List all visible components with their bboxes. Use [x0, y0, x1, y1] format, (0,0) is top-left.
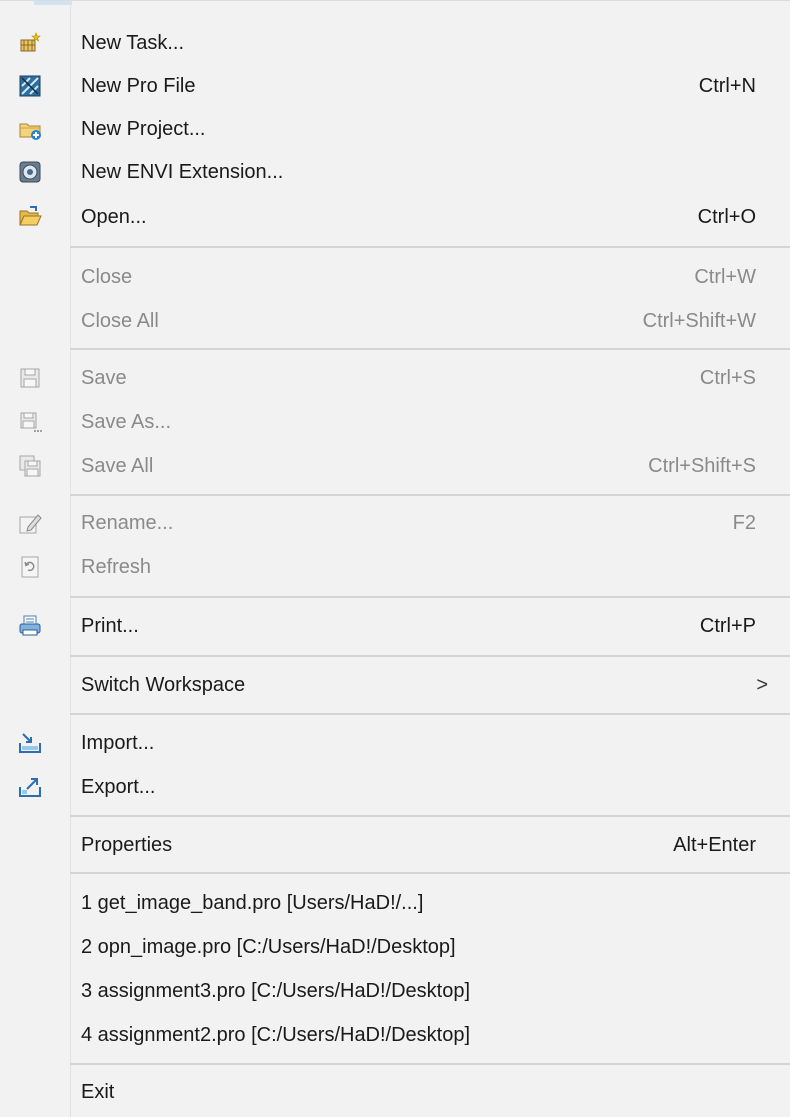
menu-item-label: Import... [81, 731, 155, 754]
menu-separator [70, 713, 790, 715]
recent-file-item[interactable]: 4 assignment2.pro [C:/Users/HaD!/Desktop… [0, 1012, 790, 1058]
recent-file-item[interactable]: 1 get_image_band.pro [Users/HaD!/...] [0, 880, 790, 926]
menu-item-print[interactable]: Print... Ctrl+P [0, 603, 790, 649]
save-all-icon [19, 455, 41, 477]
recent-file-label: 4 assignment2.pro [C:/Users/HaD!/Desktop… [81, 1023, 471, 1046]
menu-item-open[interactable]: Open... Ctrl+O [0, 194, 790, 240]
menu-item-new-envi-extension[interactable]: New ENVI Extension... [0, 149, 790, 195]
submenu-arrow-icon: > [756, 673, 768, 696]
menu-item-new-pro-file[interactable]: New Pro File Ctrl+N [0, 63, 790, 109]
open-folder-icon [19, 206, 42, 226]
refresh-icon [21, 556, 39, 578]
menu-item-exit[interactable]: Exit [0, 1069, 790, 1115]
menu-item-rename[interactable]: Rename... F2 [0, 500, 790, 546]
menu-item-refresh[interactable]: Refresh [0, 544, 790, 590]
shortcut-label: Ctrl+S [699, 366, 756, 389]
menu-separator [70, 348, 790, 350]
menu-separator [70, 1063, 790, 1065]
menu-item-new-task[interactable]: New Task... [0, 20, 790, 66]
menu-item-save-as[interactable]: Save As... [0, 399, 790, 445]
menu-item-switch-workspace[interactable]: Switch Workspace > [0, 662, 790, 708]
menu-item-label: Open... [81, 205, 147, 228]
menu-item-label: New Pro File [81, 74, 196, 97]
menu-separator [70, 872, 790, 874]
menu-item-label: Close [81, 265, 133, 288]
shortcut-label: Ctrl+W [694, 265, 756, 288]
menu-item-label: Close All [81, 309, 159, 332]
import-icon [19, 733, 41, 753]
new-project-icon [19, 123, 41, 140]
shortcut-label: Ctrl+Shift+S [648, 454, 756, 477]
menu-item-label: Print... [81, 614, 139, 637]
menu-item-label: New ENVI Extension... [81, 160, 284, 183]
print-icon [19, 615, 41, 636]
file-menu: New Task... New Pro File Ctrl+N New Proj… [0, 0, 790, 1117]
envi-extension-icon [19, 161, 41, 183]
menu-separator [70, 815, 790, 817]
menu-item-label: Save [81, 366, 127, 389]
recent-file-label: 1 get_image_band.pro [Users/HaD!/...] [81, 891, 424, 914]
menu-item-label: Refresh [81, 555, 152, 578]
menu-item-label: Exit [81, 1080, 115, 1103]
recent-file-item[interactable]: 2 opn_image.pro [C:/Users/HaD!/Desktop] [0, 924, 790, 970]
menu-item-save-all[interactable]: Save All Ctrl+Shift+S [0, 443, 790, 489]
menu-item-label: Switch Workspace [81, 673, 246, 696]
menu-item-export[interactable]: Export... [0, 764, 790, 810]
menu-item-close-all[interactable]: Close All Ctrl+Shift+W [0, 298, 790, 344]
menu-separator [70, 246, 790, 248]
shortcut-label: Ctrl+P [699, 614, 756, 637]
export-icon [19, 778, 41, 797]
recent-file-item[interactable]: 3 assignment3.pro [C:/Users/HaD!/Desktop… [0, 968, 790, 1014]
menu-item-label: Rename... [81, 511, 174, 534]
menu-separator [70, 596, 790, 598]
shortcut-label: Alt+Enter [673, 833, 756, 856]
menu-item-properties[interactable]: Properties Alt+Enter [0, 822, 790, 868]
shortcut-label: Ctrl+N [698, 74, 756, 97]
menu-item-close[interactable]: Close Ctrl+W [0, 254, 790, 300]
shortcut-label: F2 [732, 511, 756, 534]
save-icon [20, 368, 40, 388]
menu-item-import[interactable]: Import... [0, 720, 790, 766]
menu-item-save[interactable]: Save Ctrl+S [0, 355, 790, 401]
new-task-icon [20, 32, 41, 52]
menu-item-label: New Task... [81, 31, 184, 54]
menu-item-label: Properties [81, 833, 173, 856]
recent-file-label: 2 opn_image.pro [C:/Users/HaD!/Desktop] [81, 935, 456, 958]
menu-item-label: Export... [81, 775, 156, 798]
save-as-icon [20, 412, 42, 432]
recent-file-label: 3 assignment3.pro [C:/Users/HaD!/Desktop… [81, 979, 471, 1002]
rename-icon [19, 514, 42, 534]
shortcut-label: Ctrl+O [697, 205, 756, 228]
menu-item-new-project[interactable]: New Project... [0, 106, 790, 152]
menu-item-label: Save All [81, 454, 154, 477]
menu-separator [70, 494, 790, 496]
pro-file-icon [19, 75, 41, 97]
menu-tab-accent [34, 1, 72, 5]
menu-item-label: New Project... [81, 117, 206, 140]
shortcut-label: Ctrl+Shift+W [642, 309, 756, 332]
menu-item-label: Save As... [81, 410, 172, 433]
menu-separator [70, 655, 790, 657]
